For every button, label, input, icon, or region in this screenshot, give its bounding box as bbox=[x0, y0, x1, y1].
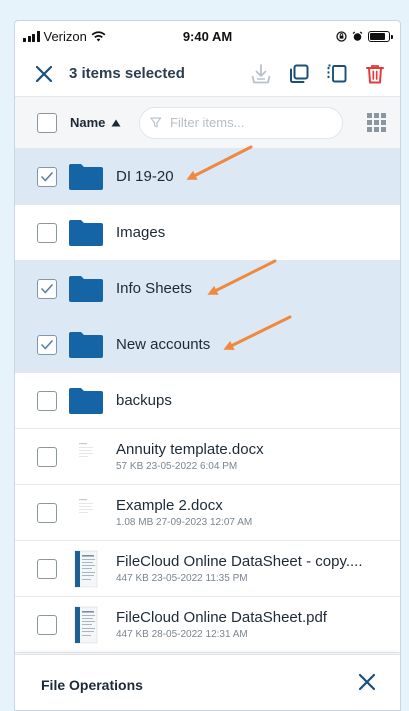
item-name: backups bbox=[116, 392, 172, 409]
file-row[interactable]: Annuity template.docx 57 KB 23-05-2022 6:… bbox=[15, 429, 400, 485]
file-info: FileCloud Online DataSheet - copy.... 447… bbox=[116, 553, 363, 584]
item-name: FileCloud Online DataSheet.pdf bbox=[116, 609, 327, 626]
row-checkbox[interactable] bbox=[37, 334, 57, 355]
sort-ascending-icon bbox=[111, 119, 121, 126]
row-checkbox[interactable] bbox=[37, 558, 57, 579]
battery-icon bbox=[368, 30, 393, 42]
item-meta: 447 KB 23-05-2022 11:35 PM bbox=[116, 573, 248, 584]
item-name: FileCloud Online DataSheet - copy.... bbox=[116, 553, 363, 570]
list-header: Name bbox=[15, 97, 400, 149]
carrier-label: Verizon bbox=[43, 28, 87, 44]
signal-icon bbox=[23, 30, 40, 42]
file-operations-sheet: File Operations bbox=[15, 654, 400, 710]
checkmark-icon bbox=[41, 339, 53, 349]
file-row[interactable]: Example 2.docx 1.08 MB 27-09-2023 12:07 A… bbox=[15, 485, 400, 541]
row-checkbox[interactable] bbox=[37, 446, 57, 467]
file-info: Annuity template.docx 57 KB 23-05-2022 6:… bbox=[116, 441, 264, 472]
row-checkbox[interactable] bbox=[37, 278, 57, 299]
status-right bbox=[336, 30, 393, 42]
checkmark-icon bbox=[41, 171, 53, 181]
trash-icon bbox=[366, 64, 384, 83]
close-selection-button[interactable] bbox=[33, 63, 55, 85]
name-column-label: Name bbox=[70, 115, 106, 130]
file-thumbnail-icon bbox=[69, 438, 103, 476]
status-time: 9:40 AM bbox=[182, 28, 233, 44]
close-file-operations-button[interactable] bbox=[358, 673, 376, 696]
row-checkbox[interactable] bbox=[37, 166, 57, 187]
item-meta: 447 KB 28-05-2022 12:31 AM bbox=[116, 629, 248, 640]
folder-row[interactable]: backups bbox=[15, 373, 400, 429]
folder-row[interactable]: New accounts bbox=[15, 317, 400, 373]
file-row[interactable]: FileCloud Online DataSheet - copy.... 447… bbox=[15, 541, 400, 597]
download-button[interactable] bbox=[250, 63, 272, 85]
folder-row[interactable]: Images bbox=[15, 205, 400, 261]
row-checkbox[interactable] bbox=[37, 502, 57, 523]
item-name: Example 2.docx bbox=[116, 497, 223, 514]
alarm-icon bbox=[352, 31, 363, 41]
move-icon bbox=[327, 64, 347, 82]
folder-icon bbox=[69, 163, 103, 190]
folder-icon bbox=[69, 275, 103, 302]
item-name: Images bbox=[116, 224, 166, 241]
sort-by-name-button[interactable]: Name bbox=[70, 115, 121, 130]
file-thumbnail-icon bbox=[69, 494, 103, 532]
select-all-checkbox[interactable] bbox=[37, 112, 57, 133]
filter-icon bbox=[150, 117, 162, 128]
selection-toolbar: 3 items selected bbox=[15, 51, 400, 97]
download-icon bbox=[251, 63, 271, 83]
file-info: FileCloud Online DataSheet.pdf 447 KB 28-… bbox=[116, 609, 327, 640]
row-checkbox[interactable] bbox=[37, 222, 57, 243]
close-icon bbox=[35, 65, 53, 82]
row-checkbox[interactable] bbox=[37, 614, 57, 635]
selected-count-label: 3 items selected bbox=[69, 65, 185, 82]
filter-box bbox=[139, 106, 344, 139]
item-name: Annuity template.docx bbox=[116, 441, 264, 458]
delete-button[interactable] bbox=[364, 63, 386, 85]
move-button[interactable] bbox=[326, 63, 348, 85]
status-left: Verizon bbox=[23, 29, 106, 44]
folder-icon bbox=[69, 219, 103, 246]
file-thumbnail-icon bbox=[69, 550, 103, 588]
folder-row[interactable]: Info Sheets bbox=[15, 261, 400, 317]
copy-icon bbox=[290, 64, 309, 83]
item-meta: 1.08 MB 27-09-2023 12:07 AM bbox=[116, 517, 253, 528]
file-thumbnail-icon bbox=[69, 606, 103, 644]
phone-screen: Verizon 9:40 AM 3 items selected Name Fi… bbox=[14, 20, 401, 711]
file-operations-title: File Operations bbox=[41, 676, 143, 693]
toolbar-actions bbox=[250, 63, 386, 85]
status-bar: Verizon 9:40 AM bbox=[15, 21, 400, 51]
battery-level bbox=[370, 32, 386, 40]
item-meta: 57 KB 23-05-2022 6:04 PM bbox=[116, 461, 238, 472]
folder-icon bbox=[69, 387, 103, 414]
item-name: New accounts bbox=[116, 336, 211, 353]
screen-lock-icon bbox=[336, 30, 347, 42]
item-name: Info Sheets bbox=[116, 280, 192, 297]
checkmark-icon bbox=[41, 283, 53, 293]
item-name: DI 19-20 bbox=[116, 168, 174, 185]
copy-button[interactable] bbox=[288, 63, 310, 85]
folder-row[interactable]: DI 19-20 bbox=[15, 149, 400, 205]
row-checkbox[interactable] bbox=[37, 390, 57, 411]
file-info: Example 2.docx 1.08 MB 27-09-2023 12:07 A… bbox=[116, 497, 252, 528]
close-icon bbox=[358, 673, 376, 691]
filter-input[interactable] bbox=[170, 115, 333, 130]
grid-view-icon[interactable] bbox=[367, 113, 386, 132]
file-row[interactable]: FileCloud Online DataSheet.pdf 447 KB 28-… bbox=[15, 597, 400, 653]
wifi-icon bbox=[91, 30, 106, 41]
items-list: DI 19-20 Images Info Sheets New accounts bac… bbox=[15, 149, 400, 653]
folder-icon bbox=[69, 331, 103, 358]
